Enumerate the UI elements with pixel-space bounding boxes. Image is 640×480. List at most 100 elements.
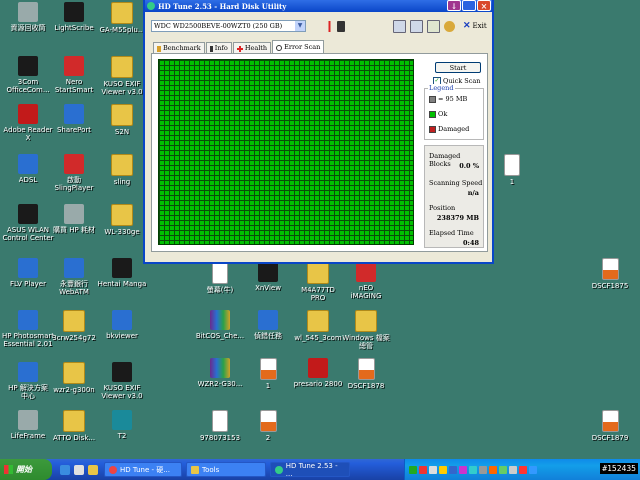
app-icon (356, 262, 376, 282)
desktop-icon-label: DSCF1879 (591, 434, 629, 442)
desktop-icon[interactable]: GA-M55plu... (94, 2, 150, 34)
legend-damaged: Damaged (429, 125, 469, 133)
drive-select[interactable]: WDC WD2500BEVE-00WZT0 (250 GB) ▼ (151, 20, 306, 32)
position-label: Position (429, 204, 456, 212)
start-label: Start (449, 64, 467, 72)
app-icon (64, 56, 84, 76)
desktop-icon[interactable]: 1 (240, 358, 296, 390)
exit-button[interactable]: ✕ Exit (463, 21, 487, 31)
folder-icon (111, 2, 133, 24)
legend-caption: Legend (428, 84, 455, 92)
minimize-button[interactable]: _ (462, 0, 476, 11)
tray-icon[interactable] (529, 465, 537, 474)
chrome-icon (109, 465, 117, 474)
explorer-quicklaunch-icon[interactable] (88, 464, 98, 475)
window-title: HD Tune 2.53 - Hard Disk Utility (158, 1, 287, 11)
desktop-icon-label: GA-M55plu... (99, 26, 145, 34)
tray-icon[interactable] (409, 465, 417, 474)
show-desktop-icon[interactable] (74, 464, 84, 475)
document-icon (212, 410, 228, 432)
image-file-icon (601, 258, 619, 280)
desktop-icon[interactable]: nEO iMAGING (338, 262, 394, 300)
tray-icon[interactable] (419, 465, 427, 474)
copy-text-icon[interactable] (410, 19, 423, 33)
tray-icon[interactable] (439, 465, 447, 474)
app-icon (258, 262, 278, 282)
legend-ok: Ok (429, 110, 447, 118)
scanning-speed-value: n/a (467, 189, 479, 197)
task-hdtune-app[interactable]: HD Tune 2.53 - ... (270, 462, 350, 478)
desktop-icon-label: 1 (265, 382, 271, 390)
folder-icon (355, 310, 377, 332)
desktop-icon-label: DSCF1878 (347, 382, 385, 390)
folder-icon (307, 310, 329, 332)
tab-error-scan[interactable]: Error Scan (272, 40, 325, 54)
desktop-icon-label: Hentai Manga (97, 280, 147, 288)
desktop-icon[interactable]: 偵錯任務 (240, 310, 296, 340)
temperature-unit-icon[interactable] (337, 20, 345, 32)
desktop-icon[interactable]: Hentai Manga (94, 258, 150, 288)
tray-icon[interactable] (499, 465, 507, 474)
desktop-icon[interactable]: DSCF1879 (582, 410, 638, 442)
desktop-icon[interactable]: XnView (240, 262, 296, 292)
damaged-blocks-value: 0.0 % (459, 162, 479, 170)
copy-info-icon[interactable] (393, 19, 406, 33)
start-button[interactable]: Start (435, 62, 481, 73)
desktop-icon-label: XnView (255, 284, 281, 292)
hdtune-app-icon (147, 2, 155, 10)
folder-icon (111, 104, 133, 126)
desktop-icon[interactable]: DSCF1878 (338, 358, 394, 390)
tray-icon[interactable] (449, 465, 457, 474)
tray-icon[interactable] (459, 465, 467, 474)
tray-icon[interactable] (509, 465, 517, 474)
scan-block-map (158, 59, 414, 245)
desktop-icon[interactable]: KUSO EXIF Viewer v3.0 (94, 362, 150, 400)
start-menu-label: 開始 (16, 465, 32, 474)
benchmark-icon (157, 45, 161, 52)
close-button[interactable]: × (477, 0, 491, 11)
tray-icon[interactable] (489, 465, 497, 474)
error-scan-panel: Start ✓ Quick Scan Legend = 95 MB Ok Dam… (151, 53, 488, 252)
app-icon (18, 154, 38, 174)
folder-icon (63, 310, 85, 332)
folder-icon (63, 410, 85, 432)
task-tools-folder[interactable]: Tools (186, 462, 266, 477)
hdtune-window: HD Tune 2.53 - Hard Disk Utility ↓ _ × W… (143, 0, 494, 264)
legend-ok-label: Ok (438, 110, 448, 118)
tab-label: Error Scan (284, 43, 321, 51)
desktop-icon[interactable]: bkviewer (94, 310, 150, 340)
desktop-icon[interactable]: 2 (240, 410, 296, 442)
folder-icon (63, 362, 85, 384)
task-hdtune-browser[interactable]: HD Tune - 硬... (104, 462, 182, 477)
desktop-icon[interactable]: S2N (94, 104, 150, 136)
desktop-icon-label: 2 (265, 434, 271, 442)
start-menu-button[interactable]: 開始 (0, 459, 52, 480)
desktop-icon[interactable]: WL-330ge (94, 204, 150, 236)
desktop-icon[interactable]: sling (94, 154, 150, 186)
document-icon (504, 154, 520, 176)
window-titlebar[interactable]: HD Tune 2.53 - Hard Disk Utility ↓ _ × (145, 0, 492, 12)
app-icon (112, 410, 132, 430)
system-tray: #152435 (404, 459, 640, 480)
tray-icon[interactable] (469, 465, 477, 474)
app-icon (18, 56, 38, 76)
app-icon (112, 258, 132, 278)
chevron-down-icon[interactable]: ▼ (295, 21, 305, 31)
menu-arrow-button[interactable]: ↓ (447, 0, 461, 11)
desktop-icon[interactable]: KUSO EXIF Viewer v3.0 (94, 56, 150, 96)
ie-quicklaunch-icon[interactable] (60, 464, 70, 475)
toolbar: WDC WD2500BEVE-00WZT0 (250 GB) ▼ ✕ Exit (151, 18, 488, 34)
folder-icon (111, 56, 133, 78)
pdf-icon (308, 358, 328, 378)
desktop-icon-label: nEO iMAGING (350, 284, 382, 300)
tray-icon[interactable] (429, 465, 437, 474)
desktop-icon[interactable]: T2 (94, 410, 150, 440)
desktop-icon-label: bkviewer (106, 332, 138, 340)
app-icon (210, 310, 230, 330)
tray-icon[interactable] (519, 465, 527, 474)
options-icon[interactable] (444, 20, 455, 32)
desktop-icon[interactable]: Windows 檔案 總管 (338, 310, 394, 350)
tray-icon[interactable] (479, 465, 487, 474)
save-icon[interactable] (427, 19, 440, 33)
desktop-icon[interactable]: DSCF1875 (582, 258, 638, 290)
